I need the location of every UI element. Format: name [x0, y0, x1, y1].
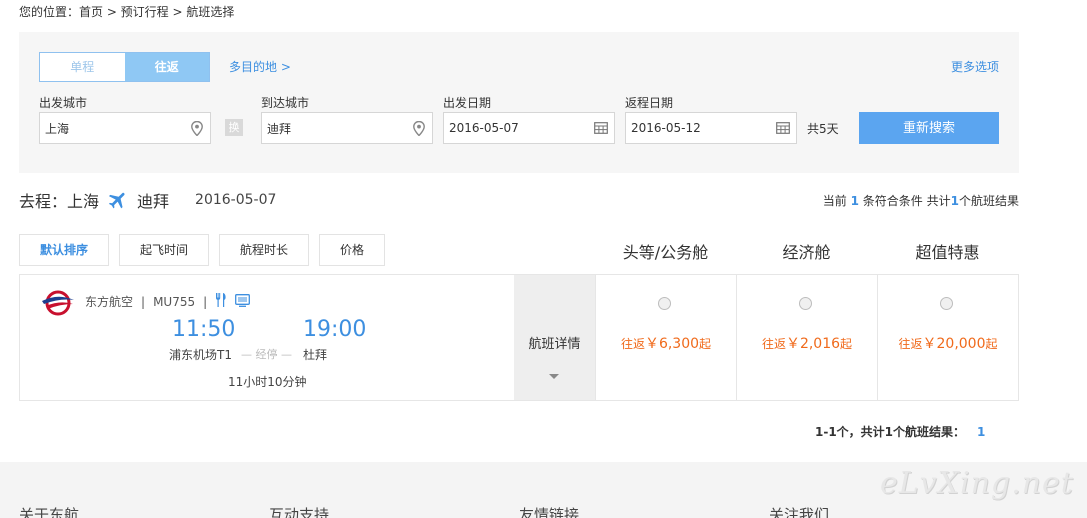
re-search-button[interactable]: 重新搜索 [859, 112, 999, 144]
airline-info: 东方航空 | MU755 | [85, 293, 251, 310]
route-date: 2016-05-07 [195, 192, 277, 208]
departure-time: 11:50 [172, 317, 236, 342]
price-cell-special-deal: 往返￥20,000起 [877, 275, 1018, 400]
price-cell-first-business: 往返￥6,300起 [595, 275, 736, 400]
page-link-1[interactable]: 1 [977, 425, 985, 439]
flight-details-toggle[interactable]: 航班详情 [514, 275, 595, 400]
trip-days-text: 共5天 [807, 122, 839, 136]
fare-price-economy[interactable]: 往返￥2,016起 [737, 333, 877, 353]
fare-prefix: 往返 [898, 337, 923, 351]
sort-departure-time-button[interactable]: 起飞时间 [119, 234, 209, 266]
departure-airport: 浦东机场T1 [169, 348, 232, 362]
to-city-value: 迪拜 [267, 121, 292, 136]
route-title: 去程：上海 迪拜 2016-05-07 [19, 188, 276, 212]
cabin-header-special-deal: 超值特惠 [915, 243, 980, 262]
flight-details-label: 航班详情 [528, 337, 581, 352]
return-date-value: 2016-05-12 [631, 121, 701, 135]
location-pin-icon [184, 113, 210, 143]
airline-separator: | [203, 294, 208, 309]
result-count-middle: 条符合条件 共计 [862, 194, 951, 208]
depart-date-label: 出发日期 [443, 96, 492, 110]
fare-amount: ￥2,016 [785, 336, 841, 352]
pagination-summary: 1-1个，共计1个航班结果： [815, 425, 966, 439]
trip-round-trip-option[interactable]: 往返 [124, 53, 209, 81]
from-city-field[interactable]: 上海 [39, 112, 211, 144]
fare-prefix: 往返 [620, 337, 645, 351]
sort-price-button[interactable]: 价格 [319, 234, 385, 266]
search-panel: 单程 往返 多目的地 > 更多选项 出发城市 上海 换 到达城市 迪拜 出发日期… [19, 32, 1019, 173]
stopover-indicator[interactable]: — 经停 — [241, 346, 292, 362]
flight-duration: 11小时10分钟 [228, 375, 307, 389]
fare-suffix: 起 [699, 337, 712, 351]
flight-number[interactable]: MU755 [153, 295, 195, 309]
sort-default-button[interactable]: 默认排序 [19, 234, 109, 266]
china-eastern-logo-icon [40, 289, 76, 320]
calendar-icon [770, 113, 796, 143]
caret-down-icon [549, 374, 559, 379]
result-count-total: 1 [950, 194, 959, 208]
watermark: eLvXing.net [880, 466, 1074, 501]
footer-links[interactable]: 友情链接 [519, 504, 579, 518]
fare-radio-economy[interactable] [799, 297, 812, 310]
footer-support[interactable]: 互动支持 [269, 504, 329, 518]
to-city-field[interactable]: 迪拜 [261, 112, 433, 144]
fare-amount: ￥20,000 [922, 336, 986, 352]
return-date-label: 返程日期 [625, 96, 674, 110]
multi-destination-link[interactable]: 多目的地 > [229, 58, 291, 75]
pagination: 1-1个，共计1个航班结果： 1 [815, 423, 985, 440]
depart-date-field[interactable]: 2016-05-07 [443, 112, 615, 144]
fare-amount: ￥6,300 [644, 336, 700, 352]
result-count-suffix: 个航班结果 [958, 194, 1019, 208]
breadcrumb: 您的位置：首页 > 预订行程 > 航班选择 [19, 5, 235, 19]
calendar-icon [588, 113, 614, 143]
from-city-value: 上海 [45, 121, 70, 136]
result-count: 当前 1 条符合条件 共计1个航班结果 [823, 192, 1019, 209]
from-city-label: 出发城市 [39, 96, 88, 110]
entertainment-screen-icon [235, 293, 251, 310]
to-city-label: 到达城市 [261, 96, 310, 110]
arrival-time: 19:00 [303, 317, 367, 342]
airplane-icon [107, 189, 129, 211]
trip-type-toggle: 单程 往返 [39, 52, 210, 82]
fare-radio-special-deal[interactable] [940, 297, 953, 310]
route-destination: 迪拜 [137, 192, 170, 211]
fare-suffix: 起 [840, 337, 853, 351]
fare-suffix: 起 [985, 337, 998, 351]
airline-name: 东方航空 [85, 295, 134, 309]
sort-duration-button[interactable]: 航程时长 [219, 234, 309, 266]
arrival-airport: 杜拜 [303, 348, 328, 362]
fare-radio-first-business[interactable] [658, 297, 671, 310]
cabin-header-economy: 经济舱 [782, 243, 831, 262]
trip-one-way-option[interactable]: 单程 [40, 53, 125, 81]
price-cell-economy: 往返￥2,016起 [736, 275, 877, 400]
fare-price-first-business[interactable]: 往返￥6,300起 [596, 333, 736, 353]
footer-about[interactable]: 关于东航 [19, 504, 79, 518]
route-origin: 去程：上海 [19, 192, 100, 211]
result-count-prefix: 当前 [822, 194, 847, 208]
return-date-field[interactable]: 2016-05-12 [625, 112, 797, 144]
location-pin-icon [406, 113, 432, 143]
depart-date-value: 2016-05-07 [449, 121, 519, 135]
flight-row: 东方航空 | MU755 | 11:50 19:00 浦东机场T1 — 经停 —… [19, 274, 1019, 401]
swap-cities-button[interactable]: 换 [225, 119, 243, 136]
result-count-current: 1 [850, 194, 859, 208]
fare-price-special-deal[interactable]: 往返￥20,000起 [878, 333, 1018, 353]
meal-icon [215, 293, 227, 310]
airline-separator: | [141, 294, 146, 309]
more-options-link[interactable]: 更多选项 [951, 58, 999, 75]
cabin-header-first-business: 头等/公务舱 [622, 243, 709, 262]
fare-prefix: 往返 [761, 337, 786, 351]
footer-follow[interactable]: 关注我们 [769, 504, 829, 518]
